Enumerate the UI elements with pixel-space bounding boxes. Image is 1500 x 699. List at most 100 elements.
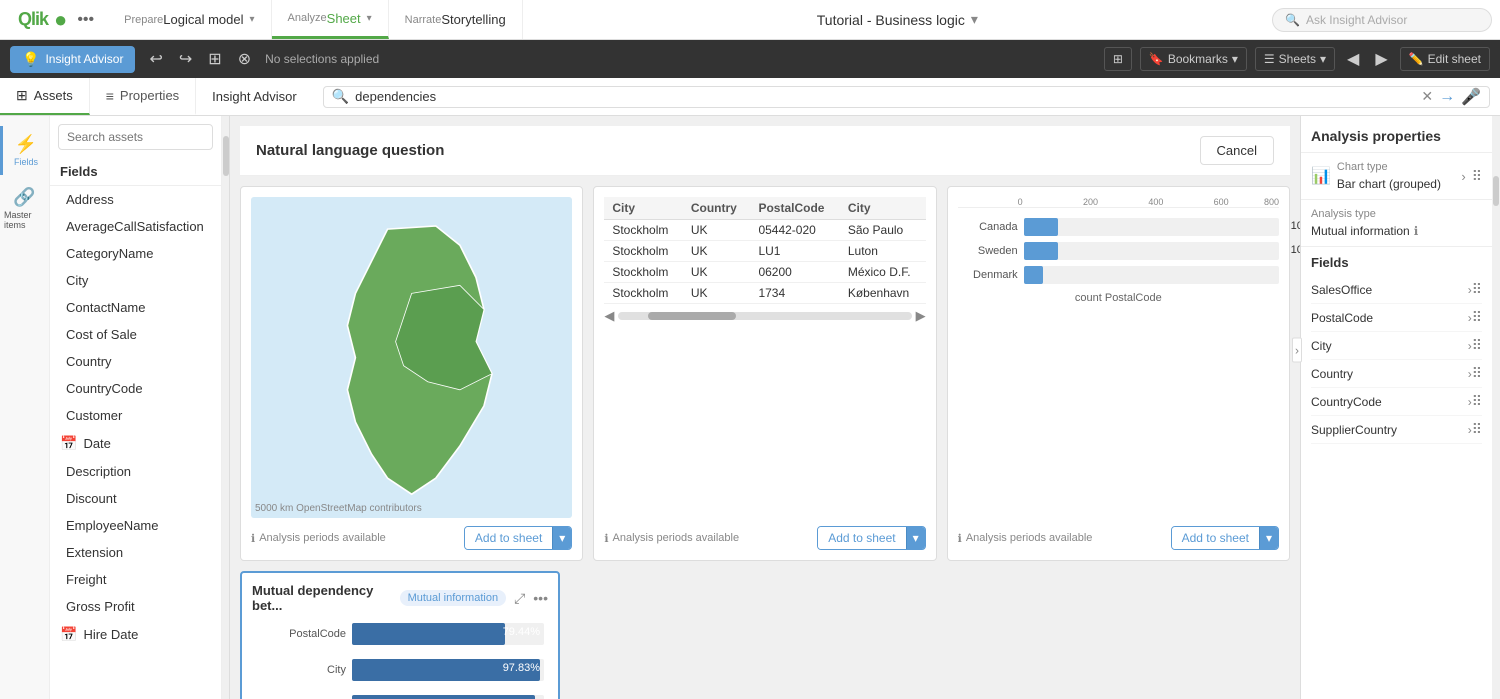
field-drag-icon[interactable]: ⠿	[1472, 393, 1482, 410]
field-item-countrycode[interactable]: CountryCode	[50, 375, 221, 402]
right-scroll-thumb	[1493, 176, 1499, 206]
ia-submit-button[interactable]: →	[1439, 88, 1455, 106]
edit-sheet-button[interactable]: ✏️ Edit sheet	[1400, 47, 1490, 71]
grid-view-button[interactable]: ⊞	[1104, 47, 1132, 71]
right-panel-field-salesoffice[interactable]: SalesOffice › ⠿	[1311, 276, 1482, 304]
bookmarks-button[interactable]: 🔖 Bookmarks ▾	[1140, 47, 1247, 71]
field-item-city[interactable]: City	[50, 267, 221, 294]
map-add-to-sheet-dropdown[interactable]: ▾	[552, 527, 571, 549]
bar-add-to-sheet-dropdown[interactable]: ▾	[1259, 527, 1278, 549]
field-drag-icon[interactable]: ⠿	[1472, 309, 1482, 326]
field-item-extension[interactable]: Extension	[50, 539, 221, 566]
right-panel-field-postalcode[interactable]: PostalCode › ⠿	[1311, 304, 1482, 332]
south-america-map	[251, 197, 572, 518]
logo-area[interactable]: Qlik ● •••	[8, 7, 108, 33]
field-item-categoryname[interactable]: CategoryName	[50, 240, 221, 267]
ia-mic-button[interactable]: 🎤	[1461, 87, 1481, 107]
field-drag-icon[interactable]: ⠿	[1472, 337, 1482, 354]
right-panel-scrollbar[interactable]	[1492, 116, 1500, 699]
field-item-date[interactable]: 📅Date	[50, 429, 221, 458]
prepare-dropdown-icon: ▾	[249, 14, 254, 25]
nav-narrate[interactable]: Narrate Storytelling	[389, 0, 523, 39]
table-add-to-sheet-button[interactable]: Add to sheet ▾	[817, 526, 925, 550]
hbar-country: Country 95.34%	[256, 695, 544, 699]
right-panel-field-country[interactable]: Country › ⠿	[1311, 360, 1482, 388]
info-icon: ℹ	[958, 532, 962, 545]
analysis-type-value: Mutual information	[1311, 224, 1410, 238]
scroll-left-icon[interactable]: ◀	[604, 308, 614, 324]
field-item-country[interactable]: Country	[50, 348, 221, 375]
nav-analyze[interactable]: Analyze Sheet ▾	[272, 0, 389, 39]
clear-icon[interactable]: ⊗	[234, 45, 255, 73]
right-panel-field-suppliercountry[interactable]: SupplierCountry › ⠿	[1311, 416, 1482, 444]
map-chart-footer: ℹ Analysis periods available Add to shee…	[251, 518, 572, 550]
field-item-avgcall[interactable]: AverageCallSatisfaction	[50, 213, 221, 240]
field-item-address[interactable]: Address	[50, 186, 221, 213]
right-panel-field-countrycode[interactable]: CountryCode › ⠿	[1311, 388, 1482, 416]
bookmark-icon: 🔖	[1149, 52, 1164, 66]
scroll-thumb	[223, 136, 229, 176]
analysis-type-info-icon[interactable]: ℹ	[1414, 224, 1419, 238]
qlik-logo: Qlik	[18, 9, 48, 30]
field-item-grossprofit[interactable]: Gross Profit	[50, 593, 221, 620]
map-add-to-sheet-button[interactable]: Add to sheet ▾	[464, 526, 572, 550]
tab-assets[interactable]: ⊞ Assets	[0, 78, 90, 115]
top-nav: Qlik ● ••• Prepare Logical model ▾ Analy…	[0, 0, 1500, 40]
expand-icon[interactable]: ⤢	[514, 590, 525, 607]
bar-add-to-sheet-button[interactable]: Add to sheet ▾	[1171, 526, 1279, 550]
field-item-freight[interactable]: Freight	[50, 566, 221, 593]
bar-row-sweden: Sweden 108	[958, 242, 1279, 260]
forward-icon[interactable]: ↪	[175, 45, 196, 73]
insight-advisor-search-bar[interactable]: 🔍 ✕ → 🎤	[323, 86, 1490, 108]
ia-search-icon: 🔍	[332, 88, 349, 105]
field-item-contactname[interactable]: ContactName	[50, 294, 221, 321]
third-bar: ⊞ Assets ≡ Properties Insight Advisor 🔍 …	[0, 78, 1500, 116]
field-item-description[interactable]: Description	[50, 458, 221, 485]
analyze-dropdown-icon: ▾	[367, 13, 372, 24]
bar-chart-footer: ℹ Analysis periods available Add to shee…	[958, 518, 1279, 550]
bar-chart-xlabel: count PostalCode	[958, 292, 1279, 304]
right-panel-field-city[interactable]: City › ⠿	[1311, 332, 1482, 360]
field-item-customer[interactable]: Customer	[50, 402, 221, 429]
field-item-discount[interactable]: Discount	[50, 485, 221, 512]
more-menu-button[interactable]: •••	[73, 7, 98, 33]
scroll-right-icon[interactable]: ▶	[916, 308, 926, 324]
forward-nav-icon[interactable]: ▶	[1371, 45, 1391, 73]
bar-chart-area: 0 200 400 600 800 Canada	[958, 197, 1279, 518]
mutual-info-badge: Mutual information	[400, 590, 507, 606]
sidebar-scrollbar[interactable]	[221, 116, 229, 699]
field-item-employeename[interactable]: EmployeeName	[50, 512, 221, 539]
table-add-to-sheet-dropdown[interactable]: ▾	[906, 527, 925, 549]
back-nav-icon[interactable]: ◀	[1343, 45, 1363, 73]
sidebar-item-master-items[interactable]: 🔗 Master items	[0, 179, 49, 238]
sidebar-item-fields[interactable]: ⚡ Fields	[0, 126, 49, 175]
select-icon[interactable]: ⊞	[204, 45, 225, 73]
field-drag-icon[interactable]: ⠿	[1472, 421, 1482, 438]
more-options-icon[interactable]: •••	[533, 590, 548, 606]
field-item-hiredate[interactable]: 📅Hire Date	[50, 620, 221, 649]
chart-type-section: 📊 Chart type Bar chart (grouped) › ⠿	[1301, 153, 1492, 200]
field-drag-icon[interactable]: ⠿	[1472, 365, 1482, 382]
chart-type-expand-icon[interactable]: ›	[1461, 169, 1465, 184]
nav-prepare[interactable]: Prepare Logical model ▾	[108, 0, 271, 39]
field-drag-icon[interactable]: ⠿	[1472, 281, 1482, 298]
chart-type-drag-icon[interactable]: ⠿	[1472, 168, 1482, 185]
ia-search-input[interactable]	[355, 89, 1415, 104]
field-type-icon-date2: 📅	[60, 626, 77, 643]
field-item-costofsale[interactable]: Cost of Sale	[50, 321, 221, 348]
back-icon[interactable]: ↩	[145, 45, 166, 73]
tab-properties[interactable]: ≡ Properties	[90, 78, 196, 115]
map-attribution: 5000 km OpenStreetMap contributors	[255, 503, 422, 514]
right-panel-collapse-button[interactable]: ›	[1300, 337, 1302, 362]
sheets-button[interactable]: ☰ Sheets ▾	[1255, 47, 1335, 71]
bar-row-denmark: Denmark	[958, 266, 1279, 284]
cancel-button[interactable]: Cancel	[1200, 136, 1274, 165]
search-assets-input[interactable]	[58, 124, 213, 150]
table-row: Stockholm UK 1734 København	[604, 283, 925, 304]
bar-chart-card: 0 200 400 600 800 Canada	[947, 186, 1290, 561]
ia-clear-button[interactable]: ✕	[1421, 88, 1433, 105]
ask-advisor-search[interactable]: 🔍 Ask Insight Advisor	[1272, 8, 1492, 32]
fields-icon: ⚡	[15, 134, 37, 155]
right-panel: Analysis properties 📊 Chart type Bar cha…	[1300, 116, 1500, 699]
insight-advisor-button[interactable]: 💡 Insight Advisor	[10, 46, 135, 73]
